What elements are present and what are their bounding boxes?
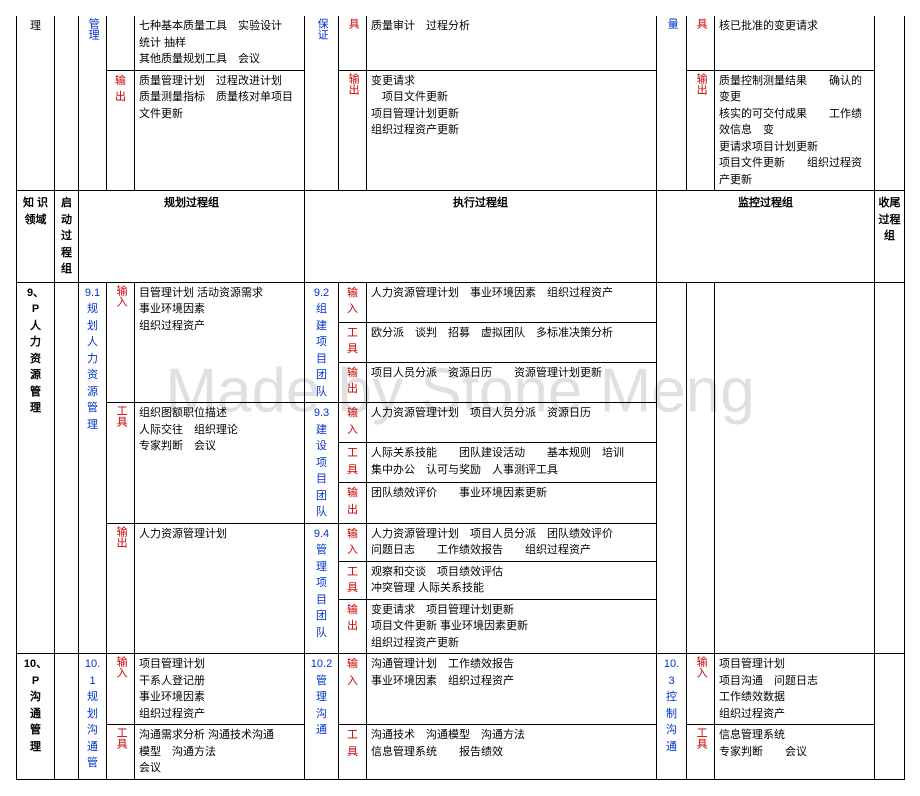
e2-tl-label: 工具 (339, 443, 367, 483)
comm-domain: 10、 P 沟 通 管 理 (17, 654, 55, 780)
comm-mon-in: 项目管理计划 项目沟通 问题日志 工作绩效数据 组织过程资产 (715, 654, 875, 725)
hdr-plan: 规划过程组 (79, 191, 305, 283)
blank (875, 16, 905, 191)
exec-output: 变更请求 项目文件更新 项目管理计划更新 组织过程资产更新 (367, 70, 657, 191)
top-proc: 管理 (79, 16, 107, 191)
comm-exec-in-label: 输入 (339, 654, 367, 725)
hdr-close: 收尾 过程组 (875, 191, 905, 283)
e3-ou-label: 输出 (339, 599, 367, 654)
blank (875, 654, 905, 780)
hdr-exec: 执行过程组 (305, 191, 657, 283)
e3-tl: 观察和交谈 项目绩效评估 冲突管理 人际关系技能 (367, 561, 657, 599)
blank (715, 282, 875, 654)
e1-ou: 项目人员分派 资源日历 资源管理计划更新 (367, 362, 657, 402)
blank (55, 16, 79, 191)
comm-mon-tl-label: 工具 (687, 725, 715, 780)
hdr-init: 启动 过程组 (55, 191, 79, 283)
comm-exec-tl-label: 工具 (339, 725, 367, 780)
hr-tool-text: 组织图额职位描述 人际交往 组织理论 专家判断 会议 (135, 403, 305, 524)
e3-ou: 变更请求 项目管理计划更新 项目文件更新 事业环境因素更新 组织过程资产更新 (367, 599, 657, 654)
e1-tl: 欧分派 谈判 招募 虚拟团队 多标准决策分析 (367, 322, 657, 362)
comm-tool-text: 沟通需求分析 沟通技术沟通 模型 沟通方法 会议 (135, 725, 305, 780)
e3-proc: 9.4 管 理 项 目 团 队 (305, 523, 339, 654)
hr-in-label: 输入 (107, 282, 135, 403)
e1-in-label: 输入 (339, 282, 367, 322)
top-domain: 理 (17, 16, 55, 191)
comm-plan-proc: 10. 1 规 划 沟 通 管 (79, 654, 107, 780)
qa-text: 质量审计 过程分析 (367, 16, 657, 70)
comm-mon-proc: 10.3 控 制 沟 通 (657, 654, 687, 780)
e3-tl-label: 工具 (339, 561, 367, 599)
hr-domain: 9、 P 人 力 资 源 管 理 (17, 282, 55, 654)
comm-tool-label: 工具 (107, 725, 135, 780)
out-label: 输出 (107, 70, 135, 191)
blank (657, 282, 687, 654)
comm-mon-tl: 信息管理系统 专家判断 会议 (715, 725, 875, 780)
hr-out-text: 人力资源管理计划 (135, 523, 305, 654)
process-matrix-table: 理 管理 七种基本质量工具 实验设计 统计 抽样 其他质量规划工具 会议 保证 … (16, 16, 905, 780)
comm-in-text: 项目管理计划 干系人登记册 事业环境因素 组织过程资产 (135, 654, 305, 725)
e3-in-label: 输入 (339, 523, 367, 561)
e1-tl-label: 工具 (339, 322, 367, 362)
e1-in: 人力资源管理计划 事业环境因素 组织过程资产 (367, 282, 657, 322)
e1-ou-label: 输出 (339, 362, 367, 402)
comm-in-label: 输入 (107, 654, 135, 725)
blank (55, 654, 79, 780)
hdr-domain: 知 识 领域 (17, 191, 55, 283)
quality-tools: 七种基本质量工具 实验设计 统计 抽样 其他质量规划工具 会议 (135, 16, 305, 70)
mon-output: 质量控制测量结果 确认的变更 核实的可交付成果 工作绩效信息 变 更请求项目计划… (715, 70, 875, 191)
mon-out-label: 输出 (687, 70, 715, 191)
e2-ou-label: 输出 (339, 483, 367, 523)
qc-proc: 量 (657, 16, 687, 191)
hr-out-label: 输出 (107, 523, 135, 654)
qc-text: 核已批准的变更请求 (715, 16, 875, 70)
qa-proc: 保证 (305, 16, 339, 191)
hdr-mon: 监控过程组 (657, 191, 875, 283)
e2-tl: 人际关系技能 团队建设活动 基本规则 培训 集中办公 认可与奖励 人事测评工具 (367, 443, 657, 483)
plan-output: 质量管理计划 过程改进计划 质量测量指标 质量核对单项目文件更新 (135, 70, 305, 191)
qa-label: 具 (339, 16, 367, 70)
blank (55, 282, 79, 654)
comm-exec-in: 沟通管理计划 工作绩效报告 事业环境因素 组织过程资产 (367, 654, 657, 725)
e2-in-label: 输入 (339, 403, 367, 443)
qc-label: 具 (687, 16, 715, 70)
comm-mon-in-label: 输入 (687, 654, 715, 725)
hr-in-text: 目管理计划 活动资源需求 事业环境因素 组织过程资产 (135, 282, 305, 403)
e2-ou: 团队绩效评价 事业环境因素更新 (367, 483, 657, 523)
comm-exec-proc: 10.2 管 理 沟 通 (305, 654, 339, 780)
blank (107, 16, 135, 70)
blank (875, 282, 905, 654)
e2-proc: 9.3 建 设 项 目 团 队 (305, 403, 339, 524)
comm-exec-tl: 沟通技术 沟通模型 沟通方法 信息管理系统 报告绩效 (367, 725, 657, 780)
e3-in: 人力资源管理计划 项目人员分派 团队绩效评价 问题日志 工作绩效报告 组织过程资… (367, 523, 657, 561)
exec-out-label: 输出 (339, 70, 367, 191)
e1-proc: 9.2 组 建 项 目 团 队 (305, 282, 339, 403)
e2-in: 人力资源管理计划 项目人员分派 资源日历 (367, 403, 657, 443)
hr-plan-proc: 9.1 规 划 人 力 资 源 管 理 (79, 282, 107, 654)
hr-tool-label: 工具 (107, 403, 135, 524)
blank (687, 282, 715, 654)
